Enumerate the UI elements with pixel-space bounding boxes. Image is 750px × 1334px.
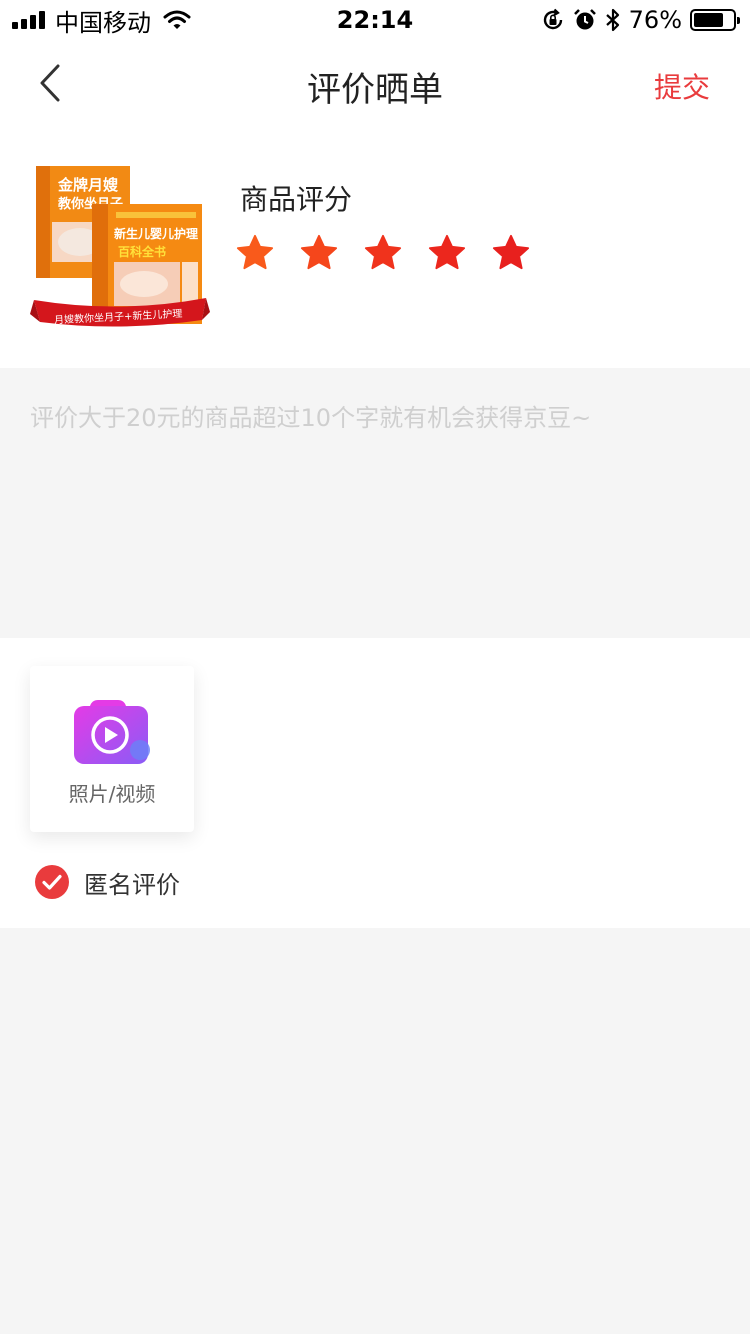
star-icon[interactable] [492, 234, 530, 272]
page-title: 评价晒单 [307, 70, 443, 110]
battery-level [694, 13, 723, 27]
cover-text-1: 金牌月嫂 [57, 176, 119, 194]
status-right: 76% [541, 6, 740, 34]
battery-icon [690, 9, 740, 31]
cover-text-3: 新生儿婴儿护理 [114, 226, 198, 241]
nav-bar: 评价晒单 提交 [0, 40, 750, 128]
check-circle-icon[interactable] [34, 864, 70, 900]
star-icon[interactable] [236, 234, 274, 272]
camera-video-icon [74, 700, 150, 764]
bluetooth-icon [605, 8, 619, 32]
media-section: 照片/视频 匿名评价 [0, 638, 750, 928]
star-icon[interactable] [428, 234, 466, 272]
battery-percent: 76% [628, 6, 682, 34]
upload-label: 照片/视频 [68, 782, 156, 806]
star-icon[interactable] [300, 234, 338, 272]
comment-section [0, 368, 750, 638]
comment-input[interactable] [0, 368, 750, 638]
star-rating[interactable] [236, 234, 530, 272]
submit-button[interactable]: 提交 [654, 66, 710, 106]
rating-label: 商品评分 [240, 183, 353, 216]
alarm-icon [573, 9, 596, 30]
product-section: 金牌月嫂 教你坐月子 新生儿婴儿护理 百科全书 月嫂教你坐月子+新生儿护理 商品… [0, 128, 750, 368]
cover-text-4: 百科全书 [118, 244, 166, 259]
star-icon[interactable] [364, 234, 402, 272]
status-bar: 中国移动 22:14 76% [0, 0, 750, 40]
orientation-lock-icon [543, 8, 562, 30]
product-thumbnail: 金牌月嫂 教你坐月子 新生儿婴儿护理 百科全书 月嫂教你坐月子+新生儿护理 [30, 166, 210, 327]
anonymous-toggle[interactable]: 匿名评价 [34, 864, 180, 900]
upload-photo-video-button[interactable]: 照片/视频 [30, 666, 194, 832]
anonymous-label: 匿名评价 [84, 870, 180, 899]
